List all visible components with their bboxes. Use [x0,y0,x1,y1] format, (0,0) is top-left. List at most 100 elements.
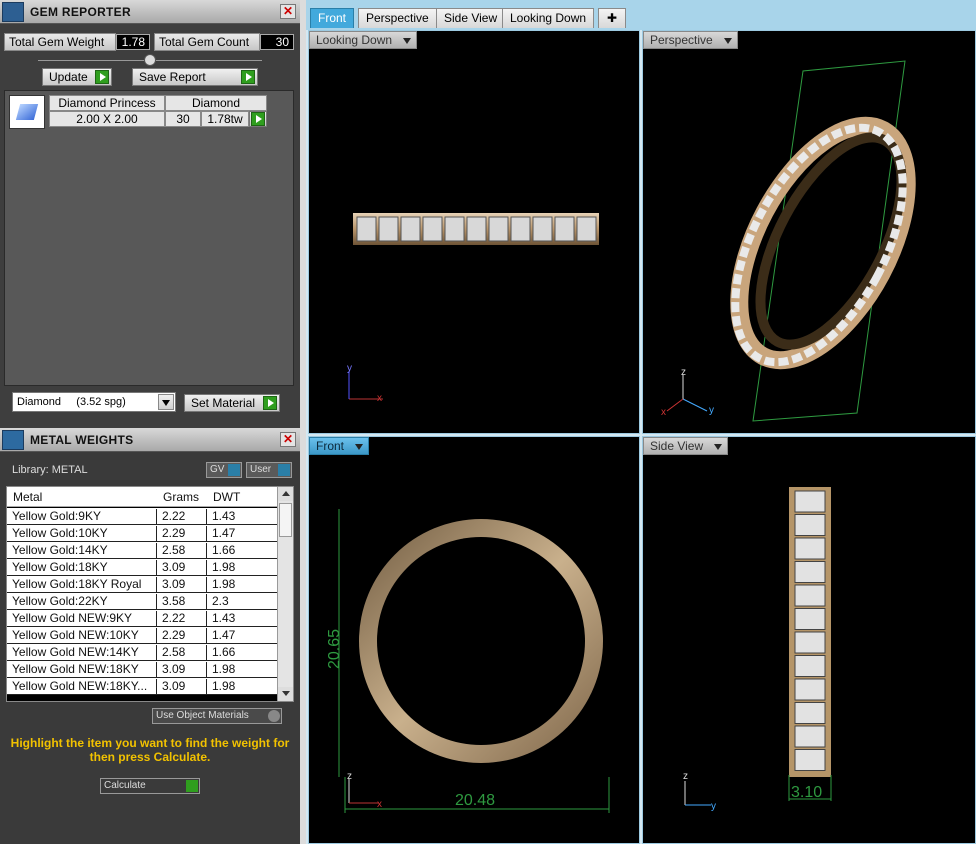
table-row[interactable]: Yellow Gold NEW:10KY 2.29 1.47 [7,627,277,644]
cell-grams: 2.29 [158,628,207,644]
stone [794,490,826,513]
stone [554,216,575,242]
table-row[interactable]: Yellow Gold:10KY 2.29 1.47 [7,525,277,542]
set-material-button[interactable]: Set Material [184,394,280,412]
tab-side-view[interactable]: Side View [436,8,506,28]
cell-metal: Yellow Gold NEW:9KY [7,611,157,627]
front-label[interactable]: Front [309,437,370,455]
tab-perspective[interactable]: Perspective [358,8,437,28]
stone [794,608,826,630]
app-window: { "gem_reporter":{ "title":"GEM REPORTER… [0,0,976,844]
stone [378,216,399,242]
gem-count: 30 [165,111,201,127]
metal-weights-icon [2,430,24,450]
gem-reporter-header: GEM REPORTER ✕ [0,0,300,24]
viewport-perspective[interactable]: y z x Perspective [642,30,976,434]
gem-thumbnail [9,95,45,129]
table-row[interactable]: Yellow Gold NEW:14KY 2.58 1.66 [7,644,277,661]
stone [794,655,826,677]
side-view-label[interactable]: Side View [643,437,729,455]
gem-name[interactable]: Diamond Princess [49,95,165,111]
table-row[interactable]: Yellow Gold:18KY Royal 3.09 1.98 [7,576,277,593]
cell-metal: Yellow Gold:18KY [7,560,157,576]
gem-reporter-icon [2,2,24,22]
use-object-materials-label: Use Object Materials [156,710,249,721]
table-row[interactable]: Yellow Gold:18KY 3.09 1.98 [7,559,277,576]
add-tab-button[interactable]: ✚ [598,8,626,28]
view-tab-bar: Front Perspective Side View Looking Down… [306,0,976,30]
table-row[interactable]: Yellow Gold:9KY 2.22 1.43 [7,508,277,525]
total-count-label: Total Gem Count [154,33,260,51]
axis-z-label: z [683,771,688,782]
cell-grams: 2.58 [158,645,207,661]
axis-z-label: z [347,771,352,782]
gv-button[interactable]: GV [206,462,242,478]
cell-metal: Yellow Gold:18KY Royal [7,577,157,593]
metal-weights-header: METAL WEIGHTS ✕ [0,428,300,452]
col-metal[interactable]: Metal [13,490,42,504]
table-row[interactable]: Yellow Gold NEW:18KY 3.09 1.98 [7,661,277,678]
axis-x-label: x [377,799,382,810]
close-icon[interactable]: ✕ [280,4,296,19]
col-dwt[interactable]: DWT [213,490,240,504]
ring-stones [356,216,597,242]
axis-y-label: y [347,363,352,374]
close-icon[interactable]: ✕ [280,432,296,447]
splitter-handle[interactable] [144,54,156,66]
cell-grams: 2.22 [158,509,207,525]
cell-metal: Yellow Gold NEW:18KY... [7,679,157,695]
table-row[interactable]: Yellow Gold:22KY 3.58 2.3 [7,593,277,610]
cell-dwt: 1.43 [212,509,236,523]
gem-row-go-button[interactable] [249,111,267,127]
axis-z-label: z [681,367,686,378]
stone [794,725,826,748]
stone [794,702,826,724]
scroll-thumb[interactable] [279,503,292,537]
stone [466,216,487,242]
play-icon [186,780,198,792]
cell-dwt: 1.47 [212,526,236,540]
plus-icon: ✚ [606,11,618,25]
table-row[interactable]: Yellow Gold NEW:9KY 2.22 1.43 [7,610,277,627]
stone [794,631,826,654]
metal-weights-body: Library: METAL GV User Metal Grams DWT Y… [0,452,300,844]
calculate-button[interactable]: Calculate [100,778,200,794]
scroll-up-icon[interactable] [278,487,293,501]
col-grams[interactable]: Grams [163,490,199,504]
side-width-dimension: 3.10 [791,784,822,801]
looking-down-label[interactable]: Looking Down [309,31,418,49]
table-row[interactable]: Yellow Gold NEW:18KY... 3.09 1.98 [7,678,277,695]
cell-dwt: 1.98 [212,560,236,574]
cell-dwt: 1.66 [212,543,236,557]
stone [794,514,826,536]
save-report-label: Save Report [139,70,206,84]
viewport-side-view[interactable]: 3.10 z y Side View [642,436,976,844]
viewport-looking-down[interactable]: x y Looking Down [308,30,640,434]
library-label: Library: METAL [12,464,88,476]
update-button[interactable]: Update [42,68,112,86]
material-select[interactable]: Diamond (3.52 spg) [12,392,176,412]
user-button[interactable]: User [246,462,292,478]
use-object-materials-button[interactable]: Use Object Materials [152,708,282,724]
perspective-label[interactable]: Perspective [643,31,738,49]
table-header: Metal Grams DWT [7,487,277,507]
gem-size: 2.00 X 2.00 [49,111,165,127]
viewport-area: Front Perspective Side View Looking Down… [306,0,976,844]
stone [794,678,826,701]
gem-material[interactable]: Diamond [165,95,267,111]
scroll-down-icon[interactable] [278,687,293,701]
table-row[interactable]: Yellow Gold:14KY 2.58 1.66 [7,542,277,559]
chevron-down-icon [158,394,174,410]
axis-y-line [682,398,708,412]
tab-front[interactable]: Front [310,8,355,28]
viewport-front[interactable]: 20.65 20.48 z x Front [308,436,640,844]
save-report-button[interactable]: Save Report [132,68,258,86]
front-canvas: 20.65 20.48 z x [326,509,610,813]
tab-looking-down[interactable]: Looking Down [502,8,595,28]
table-scrollbar[interactable] [277,487,293,701]
play-icon [251,112,265,126]
stone [400,216,421,242]
metal-weights-title: METAL WEIGHTS [30,433,134,447]
princess-diamond-icon [15,104,39,120]
cell-grams: 3.09 [158,577,207,593]
